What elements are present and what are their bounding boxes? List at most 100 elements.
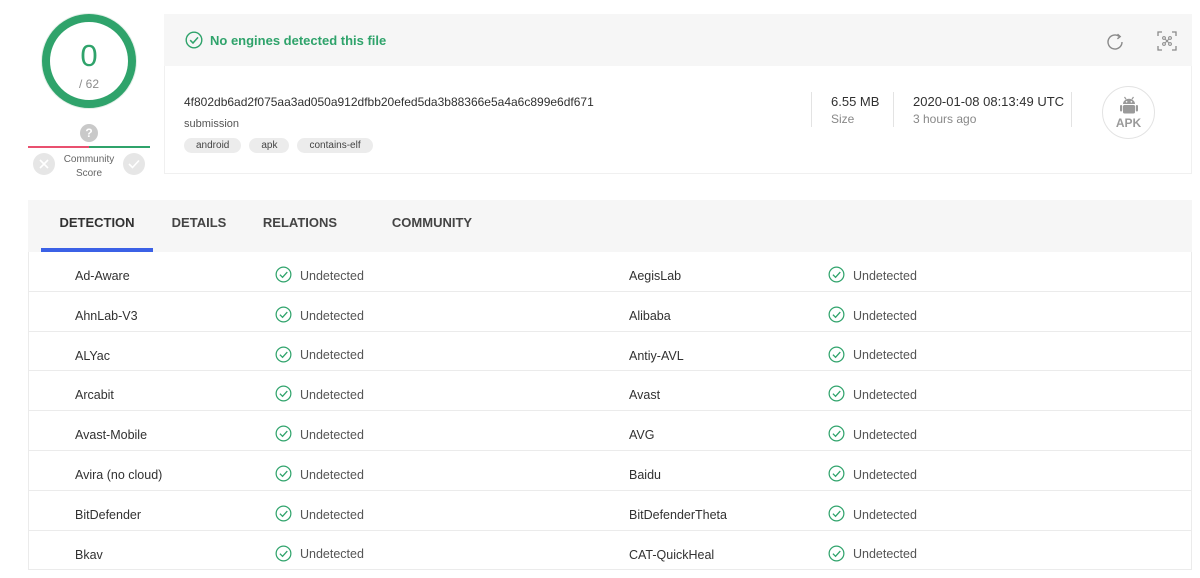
check-circle-icon [185,31,203,49]
divider [1071,92,1072,127]
result-label: Undetected [853,427,917,442]
engine-result: Undetected [275,545,364,562]
result-label: Undetected [853,507,917,522]
table-row: Bkav Undetected CAT-QuickHeal Undetected [28,530,1192,571]
check-circle-icon [828,425,845,442]
table-row: AhnLab-V3 Undetected Alibaba Undetected [28,291,1192,332]
engine-name: Arcabit [75,388,114,403]
table-row: ALYac Undetected Antiy-AVL Undetected [28,331,1192,372]
engine-result: Undetected [275,385,364,403]
engine-result: Undetected [275,346,364,363]
table-row: Avast-Mobile Undetected AVG Undetected [28,411,1192,451]
result-label: Undetected [300,427,364,442]
result-label: Undetected [853,547,917,562]
check-icon [128,159,140,169]
file-size-label: Size [831,112,855,126]
engine-result: Undetected [828,425,917,442]
vote-harmful-button[interactable] [33,153,55,175]
community-unknown-icon: ? [80,124,98,142]
table-row: Ad-Aware Undetected AegisLab Undetected [28,252,1192,292]
vote-harmless-button[interactable] [123,153,145,175]
detection-count: 0 [80,38,98,73]
result-label: Undetected [300,388,364,403]
engine-result: Undetected [275,306,364,323]
engine-name: ALYac [75,348,110,363]
engine-result: Undetected [828,545,917,562]
engine-name: BitDefenderTheta [629,507,727,522]
engine-name: Ad-Aware [75,269,130,283]
result-label: Undetected [853,348,917,363]
tag-contains-elf[interactable]: contains-elf [297,138,373,153]
check-circle-icon [828,545,845,562]
result-label: Undetected [300,348,364,363]
file-hash[interactable]: 4f802db6ad2f075aa3ad050a912dfbb20efed5da… [184,95,594,109]
x-icon [39,159,49,169]
engine-result: Undetected [828,306,917,323]
divider [893,92,894,127]
engine-result: Undetected [275,425,364,442]
result-label: Undetected [300,547,364,562]
engine-name: Bkav [75,547,103,562]
check-circle-icon [828,346,845,363]
file-tags: android apk contains-elf [184,138,373,153]
engine-result: Undetected [828,505,917,522]
check-circle-icon [828,306,845,323]
result-label: Undetected [853,268,917,283]
detection-table: Ad-Aware Undetected AegisLab Undetected AhnL… [28,252,1192,571]
summary-bar: No engines detected this file [164,14,1192,66]
engine-name: AegisLab [629,269,682,283]
analysis-date-relative: 3 hours ago [913,112,977,126]
check-circle-icon [275,385,292,402]
engine-result: Undetected [275,505,364,522]
check-circle-icon [275,545,292,562]
engine-name: Avast-Mobile [75,428,148,443]
engine-name: Alibaba [629,308,671,323]
check-circle-icon [828,385,845,402]
tab-details[interactable]: DETAILS [166,200,232,252]
check-circle-icon [275,425,292,442]
engine-total: / 62 [78,77,99,91]
file-name: submission [184,118,240,130]
analysis-date-value: 2020-01-08 08:13:49 UTC [913,94,1065,109]
check-circle-icon [828,505,845,522]
summary-text: No engines detected this file [210,33,387,48]
result-label: Undetected [300,268,364,283]
focus-frame-icon[interactable] [1157,31,1177,51]
engine-name: AVG [629,428,655,443]
tab-detection[interactable]: DETECTION [41,200,153,252]
detection-score-ring: 0 / 62 [42,14,136,108]
check-circle-icon [828,465,845,482]
file-info-panel: 4f802db6ad2f075aa3ad050a912dfbb20efed5da… [164,66,1192,174]
report-tabs: DETECTION DETAILS RELATIONS COMMUNITY [28,200,1192,252]
engine-name: Avast [629,388,661,403]
check-circle-icon [275,306,292,323]
check-circle-icon [275,346,292,363]
community-score-bar [28,146,150,148]
engine-result: Undetected [828,346,917,363]
divider [811,92,812,127]
engine-result: Undetected [828,266,917,283]
result-label: Undetected [300,507,364,522]
tag-android[interactable]: android [184,138,242,153]
engine-result: Undetected [828,465,917,482]
table-row: Arcabit Undetected Avast Undetected [28,371,1192,412]
engine-name: BitDefender [75,507,142,522]
table-row: Avira (no cloud) Undetected Baidu Undetecte… [28,450,1192,491]
result-label: Undetected [300,308,364,323]
engine-result: Undetected [275,465,364,482]
result-label: Undetected [853,388,917,403]
file-size-value: 6.55 MB [831,94,880,109]
community-score-label: Community Score [63,154,115,179]
engine-result: Undetected [275,266,364,283]
android-icon [1120,96,1138,114]
tag-apk[interactable]: apk [249,138,290,153]
check-circle-icon [275,465,292,482]
refresh-icon[interactable] [1104,31,1126,53]
engine-result: Undetected [828,385,917,403]
result-label: Undetected [853,467,917,482]
tab-community[interactable]: COMMUNITY [384,200,480,252]
engine-name: Antiy-AVL [629,348,684,363]
engine-name: Avira (no cloud) [75,467,163,482]
tab-relations[interactable]: RELATIONS [254,200,346,252]
table-row: BitDefender Undetected BitDefenderTheta Und… [28,490,1192,531]
